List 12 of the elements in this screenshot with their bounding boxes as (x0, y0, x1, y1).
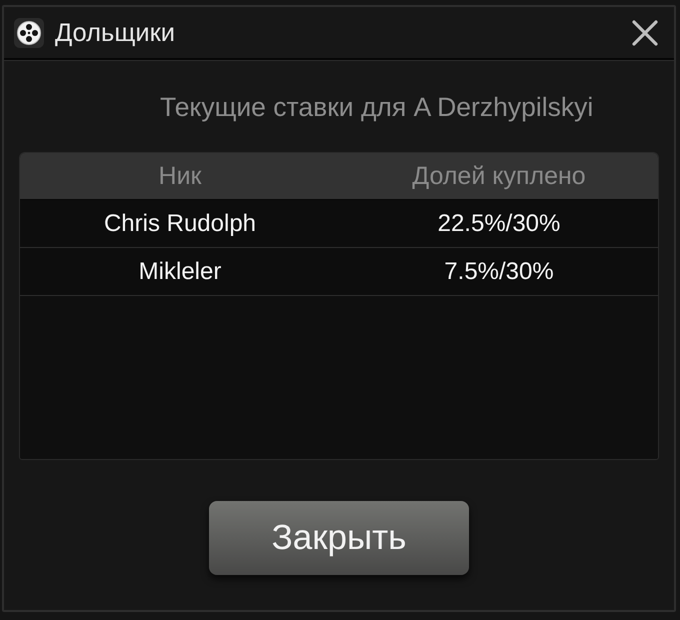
subtitle-text: Текущие ставки для A Derzhypilskyi (160, 91, 594, 123)
table-cell-text: Mikleler (138, 256, 222, 286)
close-button[interactable] (632, 20, 658, 46)
close-icon (632, 20, 658, 46)
table-cell-text: Chris Rudolph (102, 208, 258, 238)
table-cell-text: 22.5%/30% (436, 208, 562, 238)
film-reel-icon (14, 18, 44, 48)
column-header: Долей куплено (411, 161, 587, 191)
close-dialog-button[interactable]: Закрыть (209, 501, 469, 575)
column-header: Ник (158, 161, 202, 191)
window-title: Дольщики (55, 18, 175, 48)
table-cell-text: 7.5%/30% (443, 256, 555, 286)
